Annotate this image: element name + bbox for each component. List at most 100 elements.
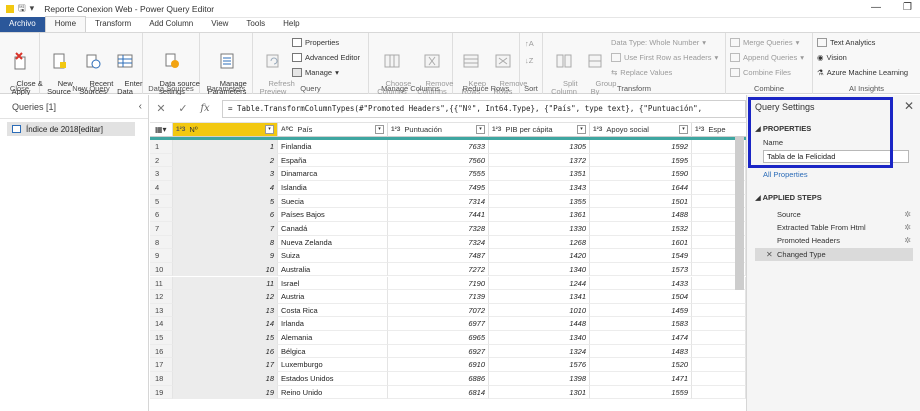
cell-apoyo[interactable]: 1501: [590, 194, 692, 209]
split-column-button[interactable]: Split Column: [547, 36, 581, 104]
cell-apoyo[interactable]: 1590: [590, 167, 692, 181]
cell-apoyo[interactable]: 1433: [590, 276, 692, 291]
text-analytics-button[interactable]: Text Analytics: [817, 37, 875, 48]
cell-apoyo[interactable]: 1595: [590, 153, 692, 168]
cell-pib[interactable]: 1301: [489, 385, 590, 400]
column-header-pib[interactable]: 1²3 PIB per cápita ▾: [489, 123, 590, 137]
qat-dropdown-icon[interactable]: ▾: [30, 3, 35, 14]
table-row[interactable]: 19 19 Reino Unido 6814 1301 1559: [150, 385, 746, 400]
cell-no[interactable]: 10: [173, 262, 278, 277]
row-number[interactable]: 15: [150, 331, 173, 345]
cell-apoyo[interactable]: 1559: [590, 385, 692, 400]
tab-tools[interactable]: Tools: [237, 17, 274, 32]
row-number[interactable]: 2: [150, 153, 173, 168]
combine-files-button[interactable]: Combine Files: [730, 67, 791, 78]
cell-pais[interactable]: Reino Unido: [278, 385, 388, 400]
row-number[interactable]: 7: [150, 221, 173, 236]
step-source[interactable]: Source ✲: [755, 208, 913, 221]
cell-pais[interactable]: España: [278, 153, 388, 168]
cell-no[interactable]: 13: [173, 303, 278, 318]
table-row[interactable]: 1 1 Finlandia 7633 1305 1592: [150, 140, 746, 154]
cell-pais[interactable]: Bélgica: [278, 344, 388, 359]
cell-pais[interactable]: Alemania: [278, 331, 388, 345]
table-row[interactable]: 11 11 Israel 7190 1244 1433: [150, 276, 746, 291]
close-icon[interactable]: ✕: [904, 99, 914, 113]
row-number[interactable]: 17: [150, 358, 173, 373]
filter-dropdown-icon[interactable]: ▾: [375, 125, 384, 134]
choose-columns-button[interactable]: Choose Columns: [373, 36, 411, 104]
cell-pais[interactable]: Costa Rica: [278, 303, 388, 318]
row-number[interactable]: 10: [150, 262, 173, 277]
restore-icon[interactable]: ❐: [903, 2, 912, 13]
filter-dropdown-icon[interactable]: ▾: [265, 125, 274, 134]
cell-pib[interactable]: 1448: [489, 317, 590, 332]
row-number[interactable]: 13: [150, 303, 173, 318]
tab-transform[interactable]: Transform: [86, 17, 140, 32]
table-row[interactable]: 18 18 Estados Unidos 6886 1398 1471: [150, 372, 746, 386]
cell-pib[interactable]: 1324: [489, 344, 590, 359]
cell-pais[interactable]: Finlandia: [278, 140, 388, 154]
query-item[interactable]: Índice de 2018[editar]: [7, 122, 135, 136]
cell-no[interactable]: 11: [173, 276, 278, 291]
cell-no[interactable]: 14: [173, 317, 278, 332]
cell-apoyo[interactable]: 1644: [590, 180, 692, 195]
tab-view[interactable]: View: [202, 17, 237, 32]
cell-apoyo[interactable]: 1459: [590, 303, 692, 318]
cell-puntuacion[interactable]: 6910: [388, 358, 489, 373]
column-header-pais[interactable]: AᴮC País ▾: [278, 123, 388, 137]
gear-icon[interactable]: ✲: [904, 234, 911, 247]
row-number[interactable]: 9: [150, 249, 173, 263]
tab-archivo[interactable]: Archivo: [0, 17, 45, 32]
row-number[interactable]: 5: [150, 194, 173, 209]
cell-no[interactable]: 16: [173, 344, 278, 359]
azure-ml-button[interactable]: ⚗ Azure Machine Learning: [817, 67, 908, 78]
cell-pais[interactable]: Irlanda: [278, 317, 388, 332]
cell-pais[interactable]: Dinamarca: [278, 167, 388, 181]
cell-pais[interactable]: Australia: [278, 262, 388, 277]
cell-apoyo[interactable]: 1471: [590, 372, 692, 386]
cell-puntuacion[interactable]: 7560: [388, 153, 489, 168]
cell-pib[interactable]: 1340: [489, 262, 590, 277]
cell-puntuacion[interactable]: 6965: [388, 331, 489, 345]
row-number[interactable]: 11: [150, 276, 173, 291]
check-icon[interactable]: ✓: [172, 102, 194, 115]
advanced-editor-button[interactable]: Advanced Editor: [292, 52, 360, 63]
cell-puntuacion[interactable]: 6886: [388, 372, 489, 386]
cell-pais[interactable]: Islandia: [278, 180, 388, 195]
row-number[interactable]: 1: [150, 140, 173, 154]
cell-no[interactable]: 7: [173, 221, 278, 236]
gear-icon[interactable]: ✲: [904, 221, 911, 234]
cell-apoyo[interactable]: 1488: [590, 208, 692, 222]
close-apply-button[interactable]: Close & Apply: [4, 36, 43, 104]
properties-button[interactable]: Properties: [292, 37, 339, 48]
cell-no[interactable]: 8: [173, 235, 278, 250]
cell-pais[interactable]: Países Bajos: [278, 208, 388, 222]
cell-puntuacion[interactable]: 7139: [388, 290, 489, 304]
step-promoted-headers[interactable]: Promoted Headers ✲: [755, 234, 913, 247]
column-header-no[interactable]: 1²3 Nº ▾: [173, 123, 278, 137]
tab-add-column[interactable]: Add Column: [140, 17, 202, 32]
row-number[interactable]: 4: [150, 180, 173, 195]
cell-puntuacion[interactable]: 7324: [388, 235, 489, 250]
cell-pib[interactable]: 1372: [489, 153, 590, 168]
cell-puntuacion[interactable]: 6927: [388, 344, 489, 359]
cell-pib[interactable]: 1305: [489, 140, 590, 154]
table-row[interactable]: 16 16 Bélgica 6927 1324 1483: [150, 344, 746, 359]
cell-no[interactable]: 12: [173, 290, 278, 304]
cell-apoyo[interactable]: 1532: [590, 221, 692, 236]
group-by-button[interactable]: Group By: [583, 36, 616, 104]
cell-no[interactable]: 2: [173, 153, 278, 168]
minimize-icon[interactable]: —: [871, 2, 881, 13]
cell-no[interactable]: 5: [173, 194, 278, 209]
table-row[interactable]: 6 6 Países Bajos 7441 1361 1488: [150, 208, 746, 222]
vision-button[interactable]: ◉ Vision: [817, 52, 847, 63]
replace-values-button[interactable]: ⇆ Replace Values: [611, 67, 672, 78]
cell-puntuacion[interactable]: 7441: [388, 208, 489, 222]
cell-no[interactable]: 19: [173, 385, 278, 400]
manage-parameters-button[interactable]: Manage Parameters: [203, 36, 251, 104]
row-number[interactable]: 16: [150, 344, 173, 359]
cell-pib[interactable]: 1268: [489, 235, 590, 250]
cell-pais[interactable]: Luxemburgo: [278, 358, 388, 373]
cell-apoyo[interactable]: 1592: [590, 140, 692, 154]
cell-puntuacion[interactable]: 6814: [388, 385, 489, 400]
